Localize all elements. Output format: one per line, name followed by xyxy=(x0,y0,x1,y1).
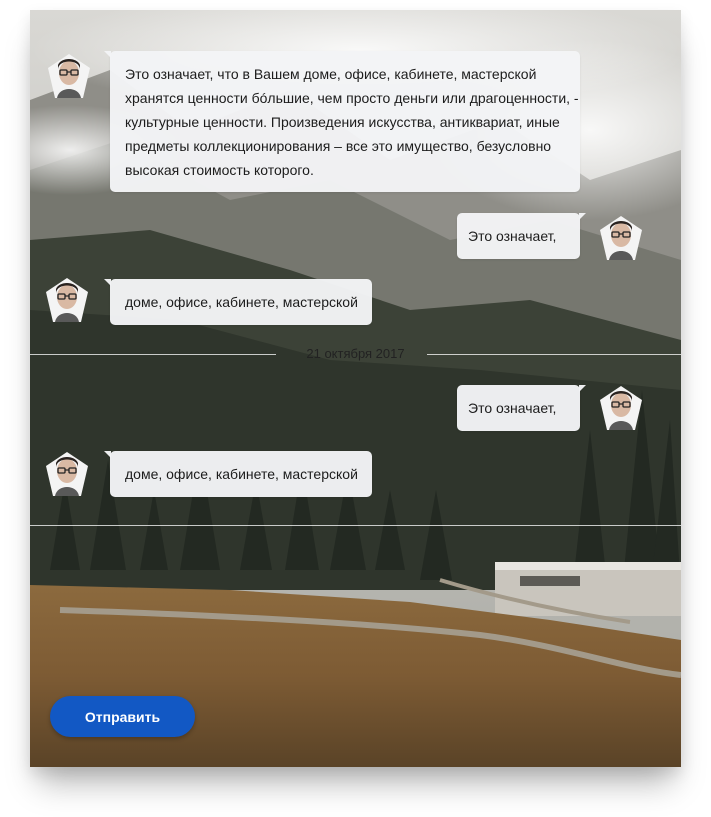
avatar[interactable] xyxy=(599,215,643,261)
user-avatar-icon xyxy=(46,452,88,496)
user-avatar-icon xyxy=(48,54,90,98)
avatar[interactable] xyxy=(599,385,643,431)
send-button[interactable]: Отправить xyxy=(50,696,195,737)
avatar[interactable] xyxy=(47,53,91,99)
message-text: Это означает, что в Вашем доме, офисе, к… xyxy=(125,66,579,178)
message-text: Это означает, xyxy=(468,228,557,244)
user-avatar-icon xyxy=(46,278,88,322)
message-text: доме, офисе, кабинете, мастерской xyxy=(125,294,358,310)
message-bubble: доме, офисе, кабинете, мастерской xyxy=(104,279,372,325)
avatar[interactable] xyxy=(45,451,89,497)
message-text: Это означает, xyxy=(468,400,557,416)
user-avatar-icon xyxy=(600,386,642,430)
messages-divider xyxy=(30,525,681,526)
message-bubble: Это означает, xyxy=(457,385,586,431)
message-bubble: доме, офисе, кабинете, мастерской xyxy=(104,451,372,497)
message-text: доме, офисе, кабинете, мастерской xyxy=(125,466,358,482)
message-bubble: Это означает, что в Вашем доме, офисе, к… xyxy=(104,51,580,192)
user-avatar-icon xyxy=(600,216,642,260)
date-separator: 21 октября 2017 xyxy=(30,344,681,364)
separator-line xyxy=(427,354,681,355)
chat-window: Это означает, что в Вашем доме, офисе, к… xyxy=(30,10,681,767)
avatar[interactable] xyxy=(45,277,89,323)
message-bubble: Это означает, xyxy=(457,213,586,259)
